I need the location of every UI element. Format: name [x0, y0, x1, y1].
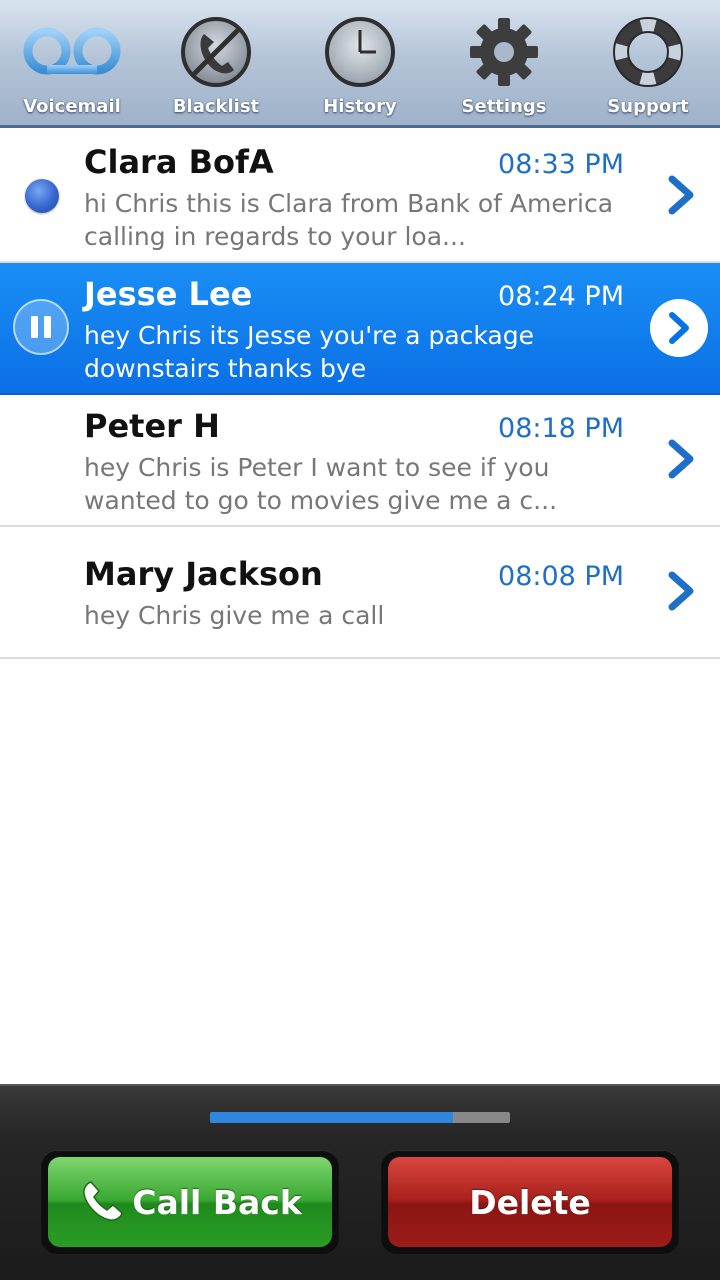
unread-dot-icon: [25, 179, 59, 213]
call-back-button[interactable]: Call Back: [48, 1157, 332, 1247]
message-time: 08:08 PM: [498, 561, 624, 592]
delete-button[interactable]: Delete: [388, 1157, 672, 1247]
voicemail-icon: [22, 14, 122, 90]
transcript-preview: hey Chris is Peter I want to see if you …: [84, 453, 558, 515]
tab-label: History: [323, 96, 397, 117]
voicemail-row[interactable]: Clara BofA 08:33 PM hi Chris this is Cla…: [0, 131, 720, 263]
blacklist-phone-icon: [166, 14, 266, 90]
gear-icon: [454, 14, 554, 90]
transcript-preview: hey Chris give me a call: [84, 601, 385, 630]
chevron-right-icon[interactable]: [664, 175, 698, 215]
message-time: 08:33 PM: [498, 149, 624, 180]
caller-name: Clara BofA: [84, 143, 274, 181]
top-tab-bar: Voicemail Blacklist History Settings Sup…: [0, 0, 720, 128]
voicemail-row[interactable]: Mary Jackson 08:08 PM hey Chris give me …: [0, 527, 720, 659]
phone-icon: [83, 1181, 124, 1221]
tab-label: Support: [607, 96, 689, 117]
bottom-action-panel: Call Back Delete: [0, 1084, 720, 1280]
message-time: 08:18 PM: [498, 413, 624, 444]
voicemail-row-selected[interactable]: Jesse Lee 08:24 PM hey Chris its Jesse y…: [0, 263, 720, 395]
playback-progress-bar[interactable]: [210, 1112, 510, 1123]
tab-blacklist[interactable]: Blacklist: [144, 0, 288, 125]
pause-icon: [44, 316, 51, 338]
tab-voicemail[interactable]: Voicemail: [0, 0, 144, 125]
voicemail-app: Voicemail Blacklist History Settings Sup…: [0, 0, 720, 1280]
delete-button-frame: Delete: [381, 1150, 679, 1254]
lifebuoy-icon: [598, 14, 698, 90]
chevron-right-icon[interactable]: [650, 299, 708, 357]
caller-name: Mary Jackson: [84, 555, 323, 593]
caller-name: Peter H: [84, 407, 220, 445]
delete-label: Delete: [469, 1182, 591, 1222]
tab-history[interactable]: History: [288, 0, 432, 125]
caller-name: Jesse Lee: [84, 275, 253, 313]
callback-button-frame: Call Back: [41, 1150, 339, 1254]
chevron-right-icon[interactable]: [664, 439, 698, 479]
tab-support[interactable]: Support: [576, 0, 720, 125]
tab-settings[interactable]: Settings: [432, 0, 576, 125]
voicemail-row[interactable]: Peter H 08:18 PM hey Chris is Peter I wa…: [0, 395, 720, 527]
tab-label: Voicemail: [23, 96, 121, 117]
playback-progress-fill: [210, 1112, 453, 1123]
chevron-right-icon[interactable]: [664, 571, 698, 611]
call-back-label: Call Back: [132, 1182, 302, 1222]
transcript-preview: hey Chris its Jesse you're a package dow…: [84, 321, 534, 383]
tab-label: Settings: [461, 96, 547, 117]
pause-icon: [31, 316, 38, 338]
message-time: 08:24 PM: [498, 281, 624, 312]
transcript-preview: hi Chris this is Clara from Bank of Amer…: [84, 189, 614, 251]
clock-icon: [310, 14, 410, 90]
tab-label: Blacklist: [172, 96, 260, 117]
voicemail-list: Clara BofA 08:33 PM hi Chris this is Cla…: [0, 131, 720, 659]
pause-button[interactable]: [13, 299, 69, 355]
